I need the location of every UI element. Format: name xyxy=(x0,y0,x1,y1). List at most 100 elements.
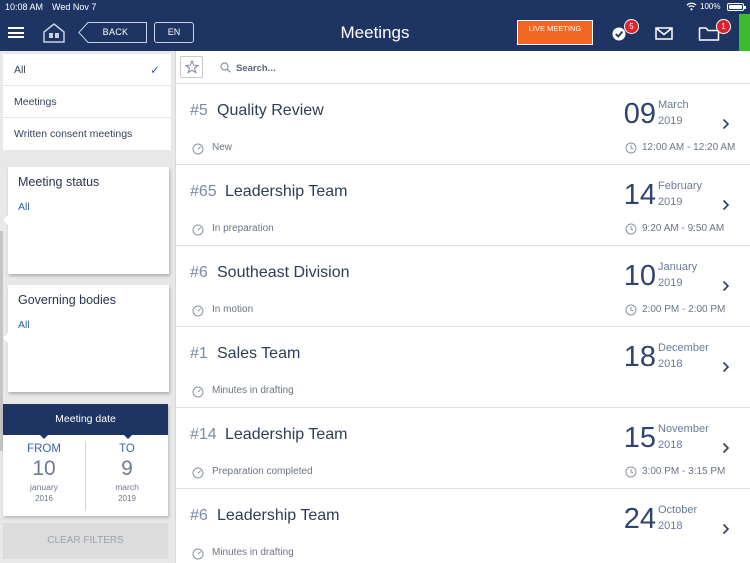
meeting-day: 18 xyxy=(623,341,656,373)
home-icon[interactable] xyxy=(42,22,66,44)
meeting-date-title: Meeting date xyxy=(55,413,116,425)
meeting-time: 2:00 PM - 2:00 PM xyxy=(642,304,726,315)
meeting-month: February xyxy=(658,180,703,192)
meeting-day: 15 xyxy=(623,422,656,454)
meeting-month: December xyxy=(658,342,709,354)
back-button-label: BACK xyxy=(102,27,129,37)
meeting-year: 2019 xyxy=(658,196,683,208)
meeting-month: November xyxy=(658,423,709,435)
meeting-status-filter[interactable]: Meeting status All xyxy=(3,167,169,274)
meeting-name: Southeast Division xyxy=(217,264,350,281)
type-item-label: Written consent meetings xyxy=(14,128,133,140)
meeting-name: Quality Review xyxy=(217,102,324,119)
meeting-month: January xyxy=(658,261,698,273)
date-from-picker[interactable]: FROM 10 january 2016 xyxy=(3,441,85,505)
type-item-meetings[interactable]: Meetings xyxy=(3,86,171,118)
meeting-status: In preparation xyxy=(212,223,274,234)
filter-sidebar: All ✓ Meetings Written consent meetings … xyxy=(0,51,175,563)
type-item-label: All xyxy=(14,64,26,76)
meeting-status: Preparation completed xyxy=(212,466,313,477)
language-button[interactable]: EN xyxy=(154,22,194,43)
status-gauge-icon xyxy=(192,143,204,155)
meeting-month: October xyxy=(658,504,698,516)
chevron-right-icon xyxy=(722,442,730,454)
governing-bodies-filter[interactable]: Governing bodies All xyxy=(3,285,169,392)
status-gauge-icon xyxy=(192,548,204,560)
status-time: 10:08 AM xyxy=(5,2,44,12)
live-meeting-label: LIVE MEETING xyxy=(528,24,582,33)
meeting-number: #65 xyxy=(190,183,217,200)
meeting-row[interactable]: #14 Leadership Team Preparation completed 1… xyxy=(176,408,750,489)
side-panel-handle[interactable] xyxy=(739,14,750,51)
date-to-year: 2019 xyxy=(118,494,136,503)
meeting-time: 12:00 AM - 12:20 AM xyxy=(642,142,736,153)
type-item-label: Meetings xyxy=(14,96,57,108)
meeting-row[interactable]: #1 Sales Team Minutes in drafting 18 Decembe… xyxy=(176,327,750,408)
meeting-month: March xyxy=(658,99,689,111)
type-item-written-consent[interactable]: Written consent meetings xyxy=(3,118,171,150)
chevron-right-icon xyxy=(722,280,730,292)
meeting-number: #1 xyxy=(190,345,208,362)
card-notch xyxy=(3,333,8,343)
wifi-icon xyxy=(686,2,697,11)
meeting-number: #6 xyxy=(190,264,208,281)
battery-icon xyxy=(727,3,746,11)
meeting-year: 2019 xyxy=(658,277,683,289)
mail-icon[interactable] xyxy=(654,22,674,44)
back-button[interactable]: BACK xyxy=(78,22,147,43)
meeting-row[interactable]: #65 Leadership Team In preparation 14 Februa… xyxy=(176,165,750,246)
date-from-year: 2016 xyxy=(35,494,53,503)
star-icon xyxy=(185,60,199,74)
meeting-year: 2018 xyxy=(658,520,683,532)
filter-title: Governing bodies xyxy=(18,293,116,307)
page-title: Meetings xyxy=(340,23,410,42)
date-from-month: january xyxy=(30,482,58,492)
meeting-date-header: Meeting date xyxy=(3,404,168,439)
meeting-name: Sales Team xyxy=(217,345,301,362)
clock-icon xyxy=(625,223,637,235)
meetings-panel: #5 Quality Review New 09March 2019 12:00 AM -… xyxy=(175,51,750,563)
meeting-day: 24 xyxy=(623,503,656,535)
clear-filters-button[interactable]: CLEAR FILTERS xyxy=(3,523,168,559)
meeting-year: 2018 xyxy=(658,358,683,370)
search-icon xyxy=(220,62,231,73)
meeting-status: In motion xyxy=(212,304,254,315)
status-gauge-icon xyxy=(192,224,204,236)
filter-value: All xyxy=(18,319,30,331)
meeting-row[interactable]: #5 Quality Review New 09 March 2019 12:00 AM -… xyxy=(176,84,750,165)
meeting-name: Leadership Team xyxy=(225,426,348,443)
battery-percent: 100% xyxy=(700,2,721,11)
meeting-number: #6 xyxy=(190,507,208,524)
type-item-all[interactable]: All ✓ xyxy=(3,54,171,86)
favorites-button[interactable] xyxy=(180,56,203,78)
chevron-right-icon xyxy=(722,199,730,211)
search-input[interactable] xyxy=(236,60,536,76)
date-to-picker[interactable]: TO 9 march 2019 xyxy=(86,441,168,505)
status-gauge-icon xyxy=(192,386,204,398)
menu-icon[interactable] xyxy=(8,27,24,38)
chevron-right-icon xyxy=(722,118,730,130)
meeting-status: Minutes in drafting xyxy=(212,385,294,396)
meeting-name: Leadership Team xyxy=(225,183,348,200)
meeting-date-filter: Meeting date FROM 10 january 2016 TO 9 m… xyxy=(3,404,168,516)
clock-icon xyxy=(625,142,637,154)
live-meeting-button[interactable]: LIVE MEETING xyxy=(517,20,593,45)
checkmark-icon: ✓ xyxy=(149,63,160,77)
meeting-row[interactable]: #6 Southeast Division In motion 10 January 20… xyxy=(176,246,750,327)
meeting-number: #5 xyxy=(190,102,208,119)
meeting-time: 3:00 PM - 3:15 PM xyxy=(642,466,726,477)
from-pointer xyxy=(40,435,48,439)
meeting-year: 2019 xyxy=(658,115,683,127)
status-gauge-icon xyxy=(192,305,204,317)
filter-value: All xyxy=(18,201,30,213)
meeting-year: 2018 xyxy=(658,439,683,451)
chevron-right-icon xyxy=(722,523,730,535)
date-to-label: TO xyxy=(119,443,135,455)
meeting-status: New xyxy=(212,142,233,153)
app-header: BACK EN Meetings LIVE MEETING 5 1 xyxy=(0,14,750,51)
filter-title: Meeting status xyxy=(18,175,100,189)
clock-icon xyxy=(625,304,637,316)
date-from-day: 10 xyxy=(32,457,56,480)
meeting-row[interactable]: #6 Leadership Team Minutes in drafting 24 Oc… xyxy=(176,489,750,563)
meeting-type-list: All ✓ Meetings Written consent meetings xyxy=(3,54,171,150)
